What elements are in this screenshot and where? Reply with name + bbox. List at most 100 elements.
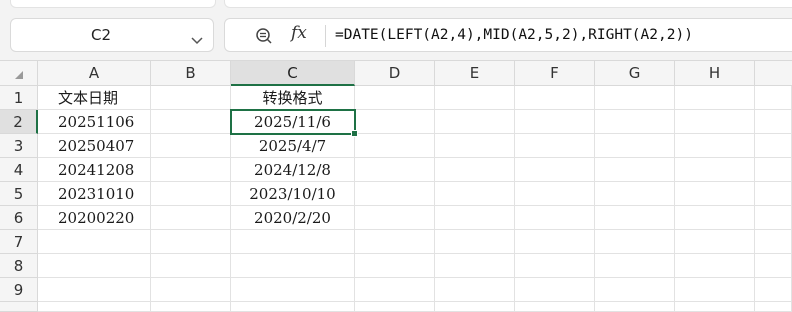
column-header-f[interactable]: F bbox=[515, 61, 595, 86]
cell-a1[interactable]: 文本日期 bbox=[38, 86, 151, 110]
cell-h3[interactable] bbox=[675, 134, 755, 158]
cell-i6[interactable] bbox=[755, 206, 792, 230]
cell-i9[interactable] bbox=[755, 278, 792, 302]
zoom-icon[interactable] bbox=[255, 27, 273, 49]
cell-c6[interactable]: 2020/2/20 bbox=[231, 206, 355, 230]
cell-a6[interactable]: 20200220 bbox=[38, 206, 151, 230]
cell-h4[interactable] bbox=[675, 158, 755, 182]
cell-g8[interactable] bbox=[595, 254, 675, 278]
cell-g5[interactable] bbox=[595, 182, 675, 206]
cell-d8[interactable] bbox=[355, 254, 435, 278]
cell-c8[interactable] bbox=[231, 254, 355, 278]
cell-f1[interactable] bbox=[515, 86, 595, 110]
cell-i8[interactable] bbox=[755, 254, 792, 278]
cell-a2[interactable]: 20251106 bbox=[38, 110, 151, 134]
cell-d3[interactable] bbox=[355, 134, 435, 158]
cell-i2[interactable] bbox=[755, 110, 792, 134]
cell-d9[interactable] bbox=[355, 278, 435, 302]
cell-f9[interactable] bbox=[515, 278, 595, 302]
cell-a4[interactable]: 20241208 bbox=[38, 158, 151, 182]
cell-f5[interactable] bbox=[515, 182, 595, 206]
cell-b3[interactable] bbox=[151, 134, 231, 158]
cell-c3[interactable]: 2025/4/7 bbox=[231, 134, 355, 158]
cell-g2[interactable] bbox=[595, 110, 675, 134]
column-header-c[interactable]: C bbox=[231, 61, 355, 86]
cell-a5[interactable]: 20231010 bbox=[38, 182, 151, 206]
cell-f7[interactable] bbox=[515, 230, 595, 254]
cell-f2[interactable] bbox=[515, 110, 595, 134]
cell-h5[interactable] bbox=[675, 182, 755, 206]
cell-h1[interactable] bbox=[675, 86, 755, 110]
column-header-b[interactable]: B bbox=[151, 61, 231, 86]
cell-b8[interactable] bbox=[151, 254, 231, 278]
cell-i5[interactable] bbox=[755, 182, 792, 206]
column-header-next[interactable] bbox=[755, 61, 792, 86]
cell-g9[interactable] bbox=[595, 278, 675, 302]
chevron-down-icon[interactable] bbox=[191, 30, 203, 49]
cell-f4[interactable] bbox=[515, 158, 595, 182]
cell-e5[interactable] bbox=[435, 182, 515, 206]
cell-g7[interactable] bbox=[595, 230, 675, 254]
column-header-a[interactable]: A bbox=[38, 61, 151, 86]
cell-a7[interactable] bbox=[38, 230, 151, 254]
cell-e8[interactable] bbox=[435, 254, 515, 278]
cell-i4[interactable] bbox=[755, 158, 792, 182]
cell-i3[interactable] bbox=[755, 134, 792, 158]
row-header-3[interactable]: 3 bbox=[0, 134, 38, 158]
row-header-8[interactable]: 8 bbox=[0, 254, 38, 278]
cell-g6[interactable] bbox=[595, 206, 675, 230]
cell-c2[interactable]: 2025/11/6 bbox=[231, 110, 355, 134]
column-header-d[interactable]: D bbox=[355, 61, 435, 86]
cell-f8[interactable] bbox=[515, 254, 595, 278]
cell-b2[interactable] bbox=[151, 110, 231, 134]
cell-b9[interactable] bbox=[151, 278, 231, 302]
select-all-corner[interactable] bbox=[0, 61, 38, 86]
cell-c4[interactable]: 2024/12/8 bbox=[231, 158, 355, 182]
cell-a9[interactable] bbox=[38, 278, 151, 302]
cell-h8[interactable] bbox=[675, 254, 755, 278]
cell-e6[interactable] bbox=[435, 206, 515, 230]
cell-c7[interactable] bbox=[231, 230, 355, 254]
cell-a8[interactable] bbox=[38, 254, 151, 278]
cell-f6[interactable] bbox=[515, 206, 595, 230]
cell-d2[interactable] bbox=[355, 110, 435, 134]
cell-d5[interactable] bbox=[355, 182, 435, 206]
cell-c5[interactable]: 2023/10/10 bbox=[231, 182, 355, 206]
row-header-7[interactable]: 7 bbox=[0, 230, 38, 254]
cell-e7[interactable] bbox=[435, 230, 515, 254]
cell-e1[interactable] bbox=[435, 86, 515, 110]
cell-d6[interactable] bbox=[355, 206, 435, 230]
cell-e4[interactable] bbox=[435, 158, 515, 182]
formula-input[interactable]: =DATE(LEFT(A2,4),MID(A2,5,2),RIGHT(A2,2)… bbox=[335, 19, 693, 51]
row-header-4[interactable]: 4 bbox=[0, 158, 38, 182]
cell-g3[interactable] bbox=[595, 134, 675, 158]
cell-h7[interactable] bbox=[675, 230, 755, 254]
cell-e9[interactable] bbox=[435, 278, 515, 302]
cell-d1[interactable] bbox=[355, 86, 435, 110]
cell-i1[interactable] bbox=[755, 86, 792, 110]
cell-e2[interactable] bbox=[435, 110, 515, 134]
row-header-9[interactable]: 9 bbox=[0, 278, 38, 302]
spreadsheet-grid[interactable]: A B C D E F G H 1 2 3 4 5 6 7 8 9 文本日期 转换… bbox=[0, 60, 792, 312]
column-header-h[interactable]: H bbox=[675, 61, 755, 86]
cell-g1[interactable] bbox=[595, 86, 675, 110]
row-header-5[interactable]: 5 bbox=[0, 182, 38, 206]
cell-h9[interactable] bbox=[675, 278, 755, 302]
cell-h6[interactable] bbox=[675, 206, 755, 230]
cell-b1[interactable] bbox=[151, 86, 231, 110]
cell-b4[interactable] bbox=[151, 158, 231, 182]
row-header-6[interactable]: 6 bbox=[0, 206, 38, 230]
name-box[interactable]: C2 bbox=[10, 18, 214, 52]
fill-handle[interactable] bbox=[351, 130, 358, 137]
row-header-1[interactable]: 1 bbox=[0, 86, 38, 110]
column-header-e[interactable]: E bbox=[435, 61, 515, 86]
cell-i7[interactable] bbox=[755, 230, 792, 254]
cell-c1[interactable]: 转换格式 bbox=[231, 86, 355, 110]
cell-h2[interactable] bbox=[675, 110, 755, 134]
column-header-g[interactable]: G bbox=[595, 61, 675, 86]
cell-b5[interactable] bbox=[151, 182, 231, 206]
cell-g4[interactable] bbox=[595, 158, 675, 182]
row-header-2[interactable]: 2 bbox=[0, 110, 38, 134]
cell-c9[interactable] bbox=[231, 278, 355, 302]
cell-f3[interactable] bbox=[515, 134, 595, 158]
